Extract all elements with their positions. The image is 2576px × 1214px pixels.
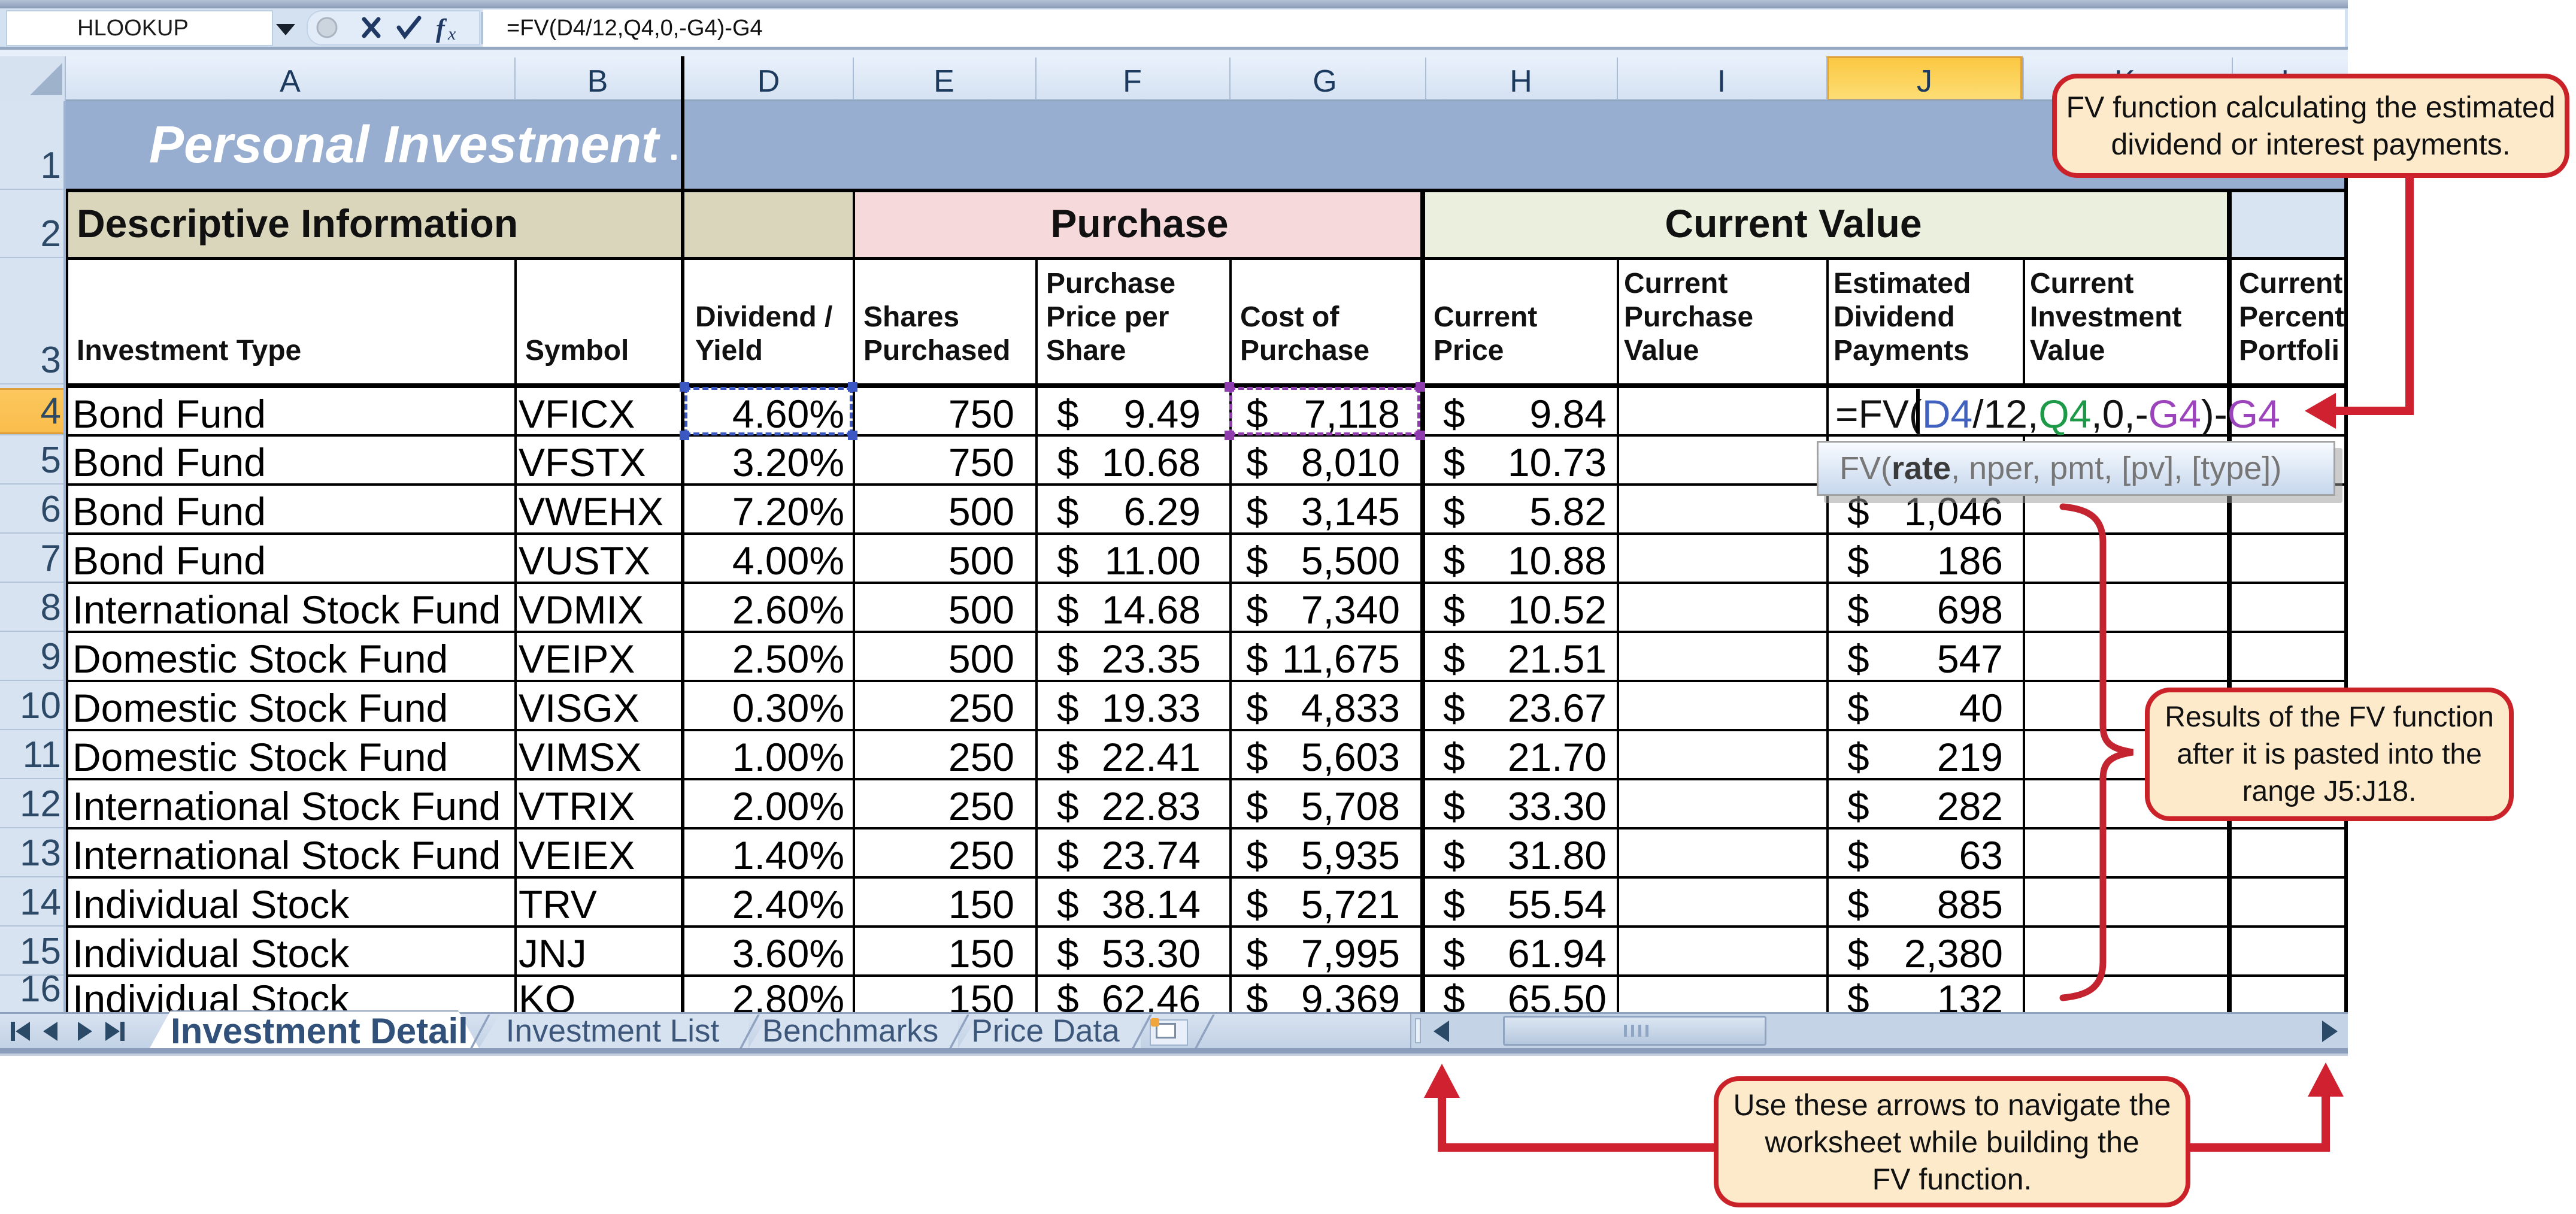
svg-text:f: f <box>436 14 447 43</box>
svg-text:x: x <box>447 24 456 43</box>
